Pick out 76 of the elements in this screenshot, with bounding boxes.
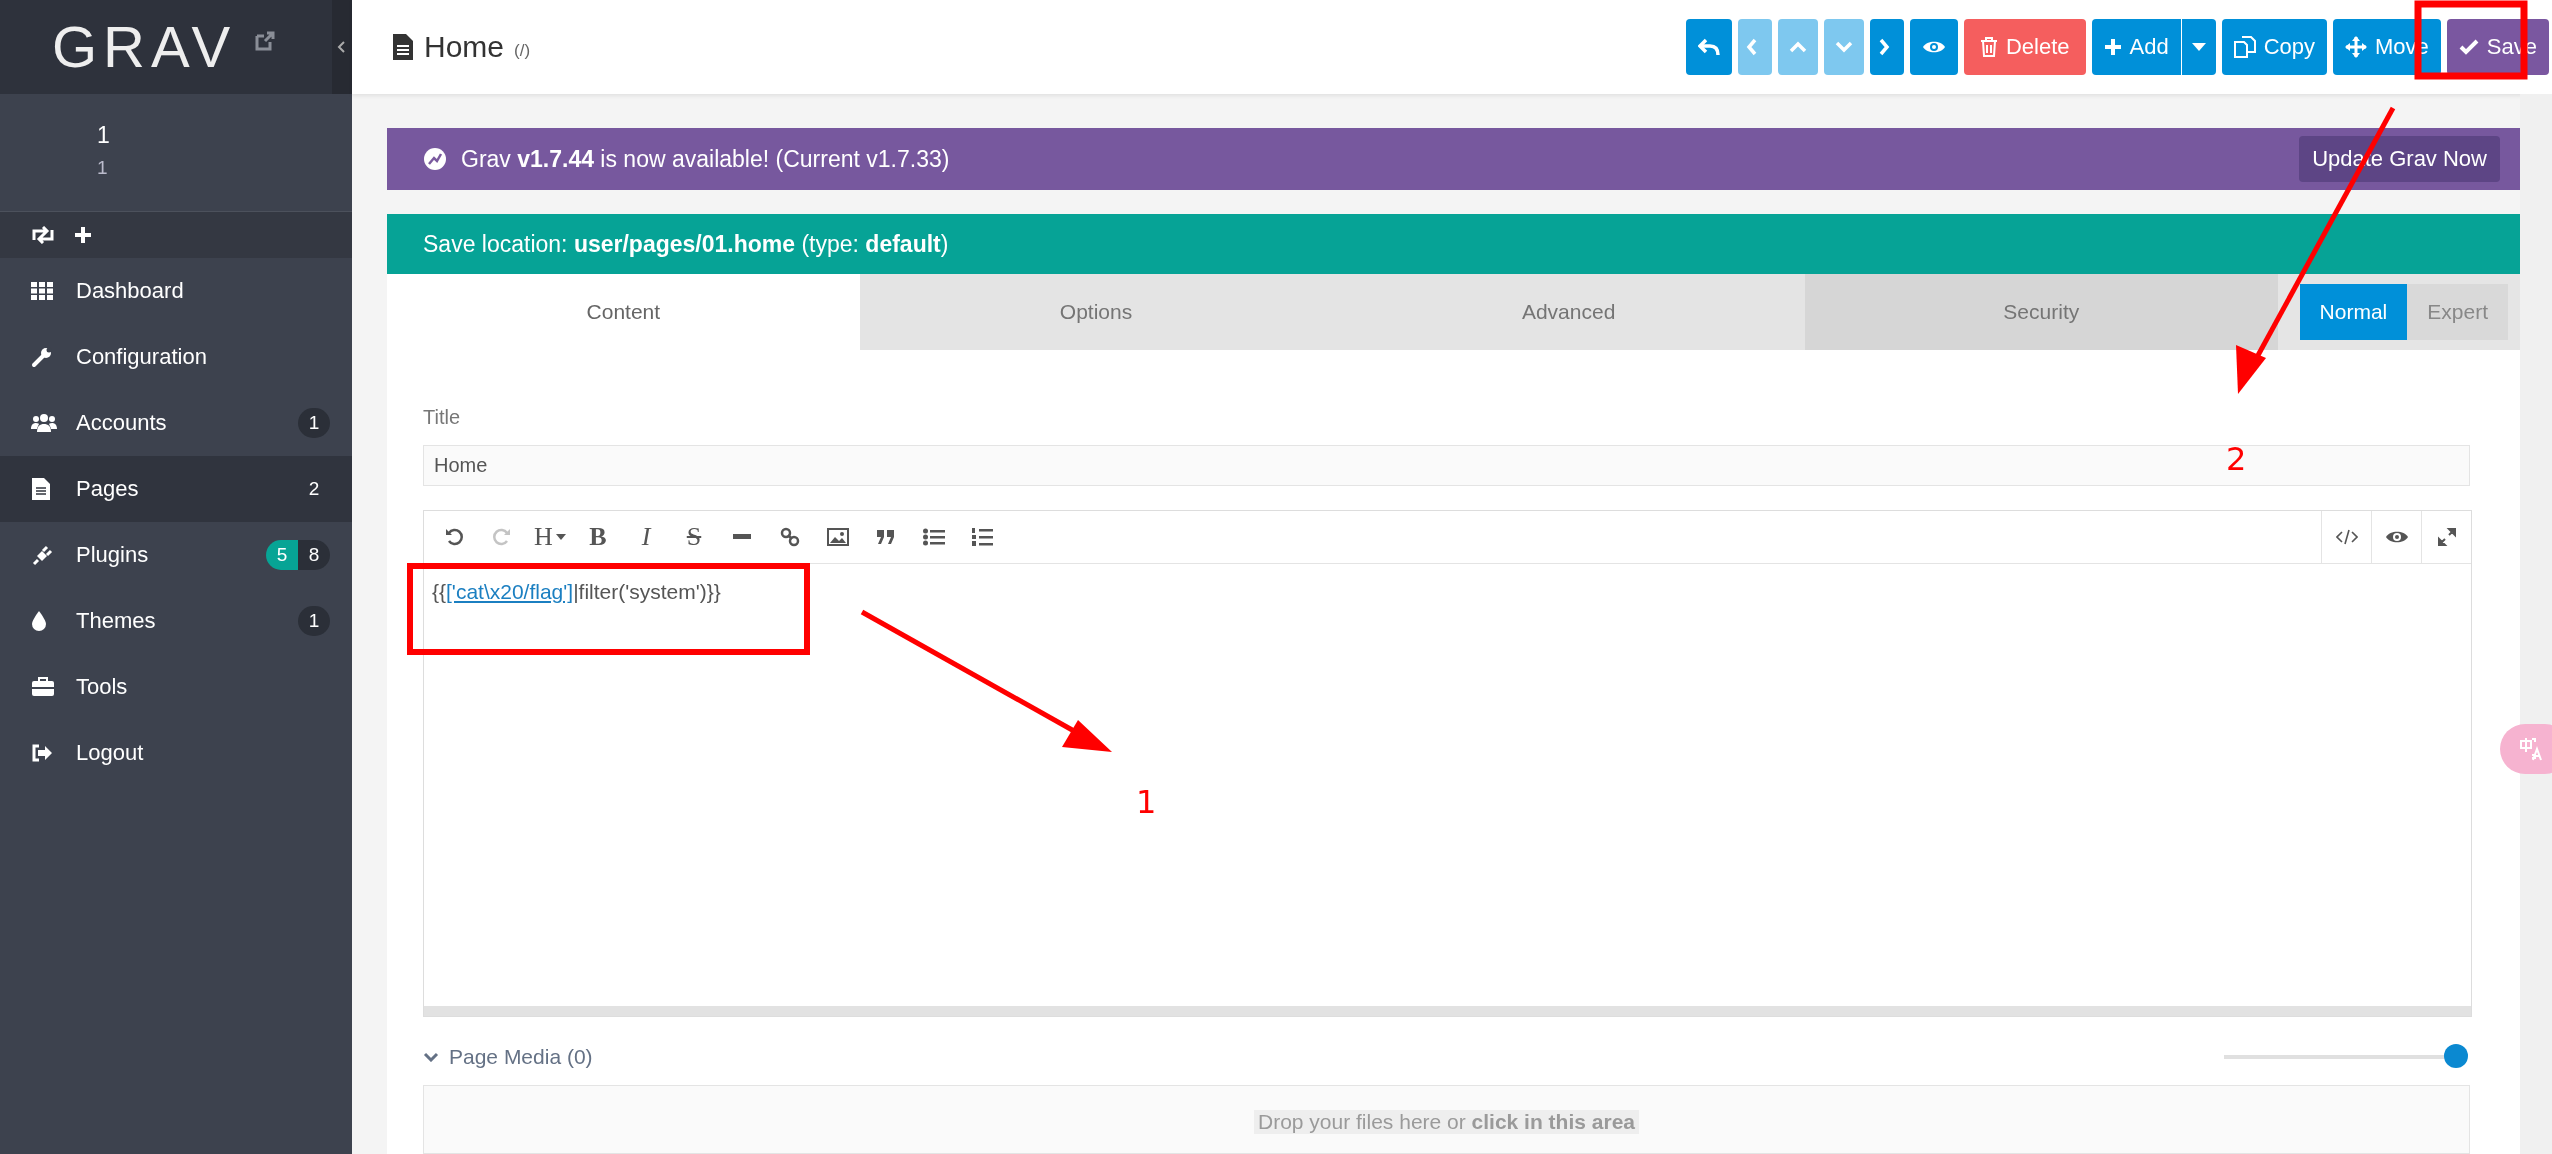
toolbox-icon <box>31 677 55 697</box>
copy-icon <box>2233 36 2256 58</box>
heading-button[interactable]: H <box>528 517 572 558</box>
caret-icon <box>555 534 566 541</box>
chevron-down-icon <box>1833 41 1854 53</box>
annotation-number: 2 <box>2226 443 2247 475</box>
tab[interactable]: Content <box>387 274 860 350</box>
sync-icon[interactable] <box>31 226 55 244</box>
chevron-up-icon <box>1787 41 1808 53</box>
image-icon <box>827 528 849 547</box>
count-badge: 1 <box>298 408 330 438</box>
caret-icon <box>2191 43 2206 51</box>
external-link-icon[interactable] <box>254 30 277 52</box>
chevron-right-icon <box>1877 37 1890 57</box>
move-icon <box>2345 36 2368 58</box>
user-name[interactable]: 1 <box>97 122 352 149</box>
plus-icon[interactable] <box>73 225 93 245</box>
copy-button[interactable]: Copy <box>2221 19 2328 75</box>
dropzone-hint: Drop your files here or click in this area <box>1254 1110 1639 1135</box>
bullet-list-icon <box>923 528 945 547</box>
count-badge: 8 <box>298 540 330 570</box>
checkmark-icon <box>2458 39 2479 55</box>
plug-icon <box>31 543 55 567</box>
eye-icon <box>1921 39 1946 55</box>
slider-thumb[interactable] <box>2444 1044 2468 1069</box>
count-badge: 5 <box>266 540 298 570</box>
strikethrough-button[interactable]: S <box>672 517 716 558</box>
bold-button[interactable]: B <box>576 517 620 558</box>
annotation-number: 1 <box>1136 786 1157 818</box>
mode-tab[interactable]: Normal <box>2299 284 2408 340</box>
user-email: 1 <box>97 157 109 179</box>
code-link[interactable]: ['cat\x20/flag'] <box>446 580 574 604</box>
expand-icon <box>2437 528 2456 547</box>
quote-icon <box>876 529 896 546</box>
trash-icon <box>1979 37 1998 57</box>
page-title: Home <box>424 30 505 64</box>
field-label: Title <box>423 406 462 429</box>
count-badge: 1 <box>298 606 330 636</box>
collapse-handle[interactable] <box>332 0 352 94</box>
document-icon <box>31 477 51 501</box>
redo-icon <box>493 528 511 547</box>
code-icon <box>2335 529 2358 546</box>
next-button[interactable] <box>1869 19 1904 75</box>
undo-icon <box>445 528 463 547</box>
page-route: (/) <box>514 41 531 61</box>
page-icon <box>392 33 414 61</box>
media-toggle[interactable]: Page Media (0) <box>423 1045 593 1070</box>
update-message: Grav v1.7.44 is now available! (Current v1.7.33) <box>461 145 951 173</box>
nav-item[interactable]: Accounts 1 <box>0 390 352 456</box>
users-icon <box>31 413 57 433</box>
nav-item[interactable]: Tools <box>0 654 352 720</box>
numbered-list-icon <box>971 527 993 548</box>
grav-icon <box>423 147 447 171</box>
back-button[interactable] <box>1685 19 1732 75</box>
grid-icon <box>31 282 53 300</box>
nav-item[interactable]: Logout <box>0 720 352 786</box>
editor-line: {{['cat\x20/flag']|filter('system')}} <box>432 580 721 604</box>
save-location: Save location: user/pages/01.home (type: default) <box>423 230 949 258</box>
logout-icon <box>31 743 53 763</box>
link-icon <box>780 527 800 548</box>
nav-item[interactable]: Dashboard <box>0 258 352 324</box>
plus-icon <box>2103 38 2122 56</box>
wrench-icon <box>31 346 53 368</box>
chevron-left-icon <box>1745 37 1758 57</box>
nav-item[interactable]: Plugins 5 8 <box>0 522 352 588</box>
preview-button[interactable] <box>1909 19 1958 75</box>
nav-item[interactable]: Configuration <box>0 324 352 390</box>
logo[interactable]: GRAV <box>52 18 237 76</box>
add-button[interactable]: Add <box>2091 19 2181 75</box>
italic-button[interactable]: I <box>624 517 668 558</box>
drop-icon <box>31 610 47 632</box>
count-label: 2 <box>307 477 321 501</box>
dropdown-button[interactable] <box>2181 19 2216 75</box>
undo-arrow-icon <box>1697 37 1720 57</box>
nav-item[interactable]: Pages 2 <box>0 456 352 522</box>
nav-item[interactable]: Themes 1 <box>0 588 352 654</box>
